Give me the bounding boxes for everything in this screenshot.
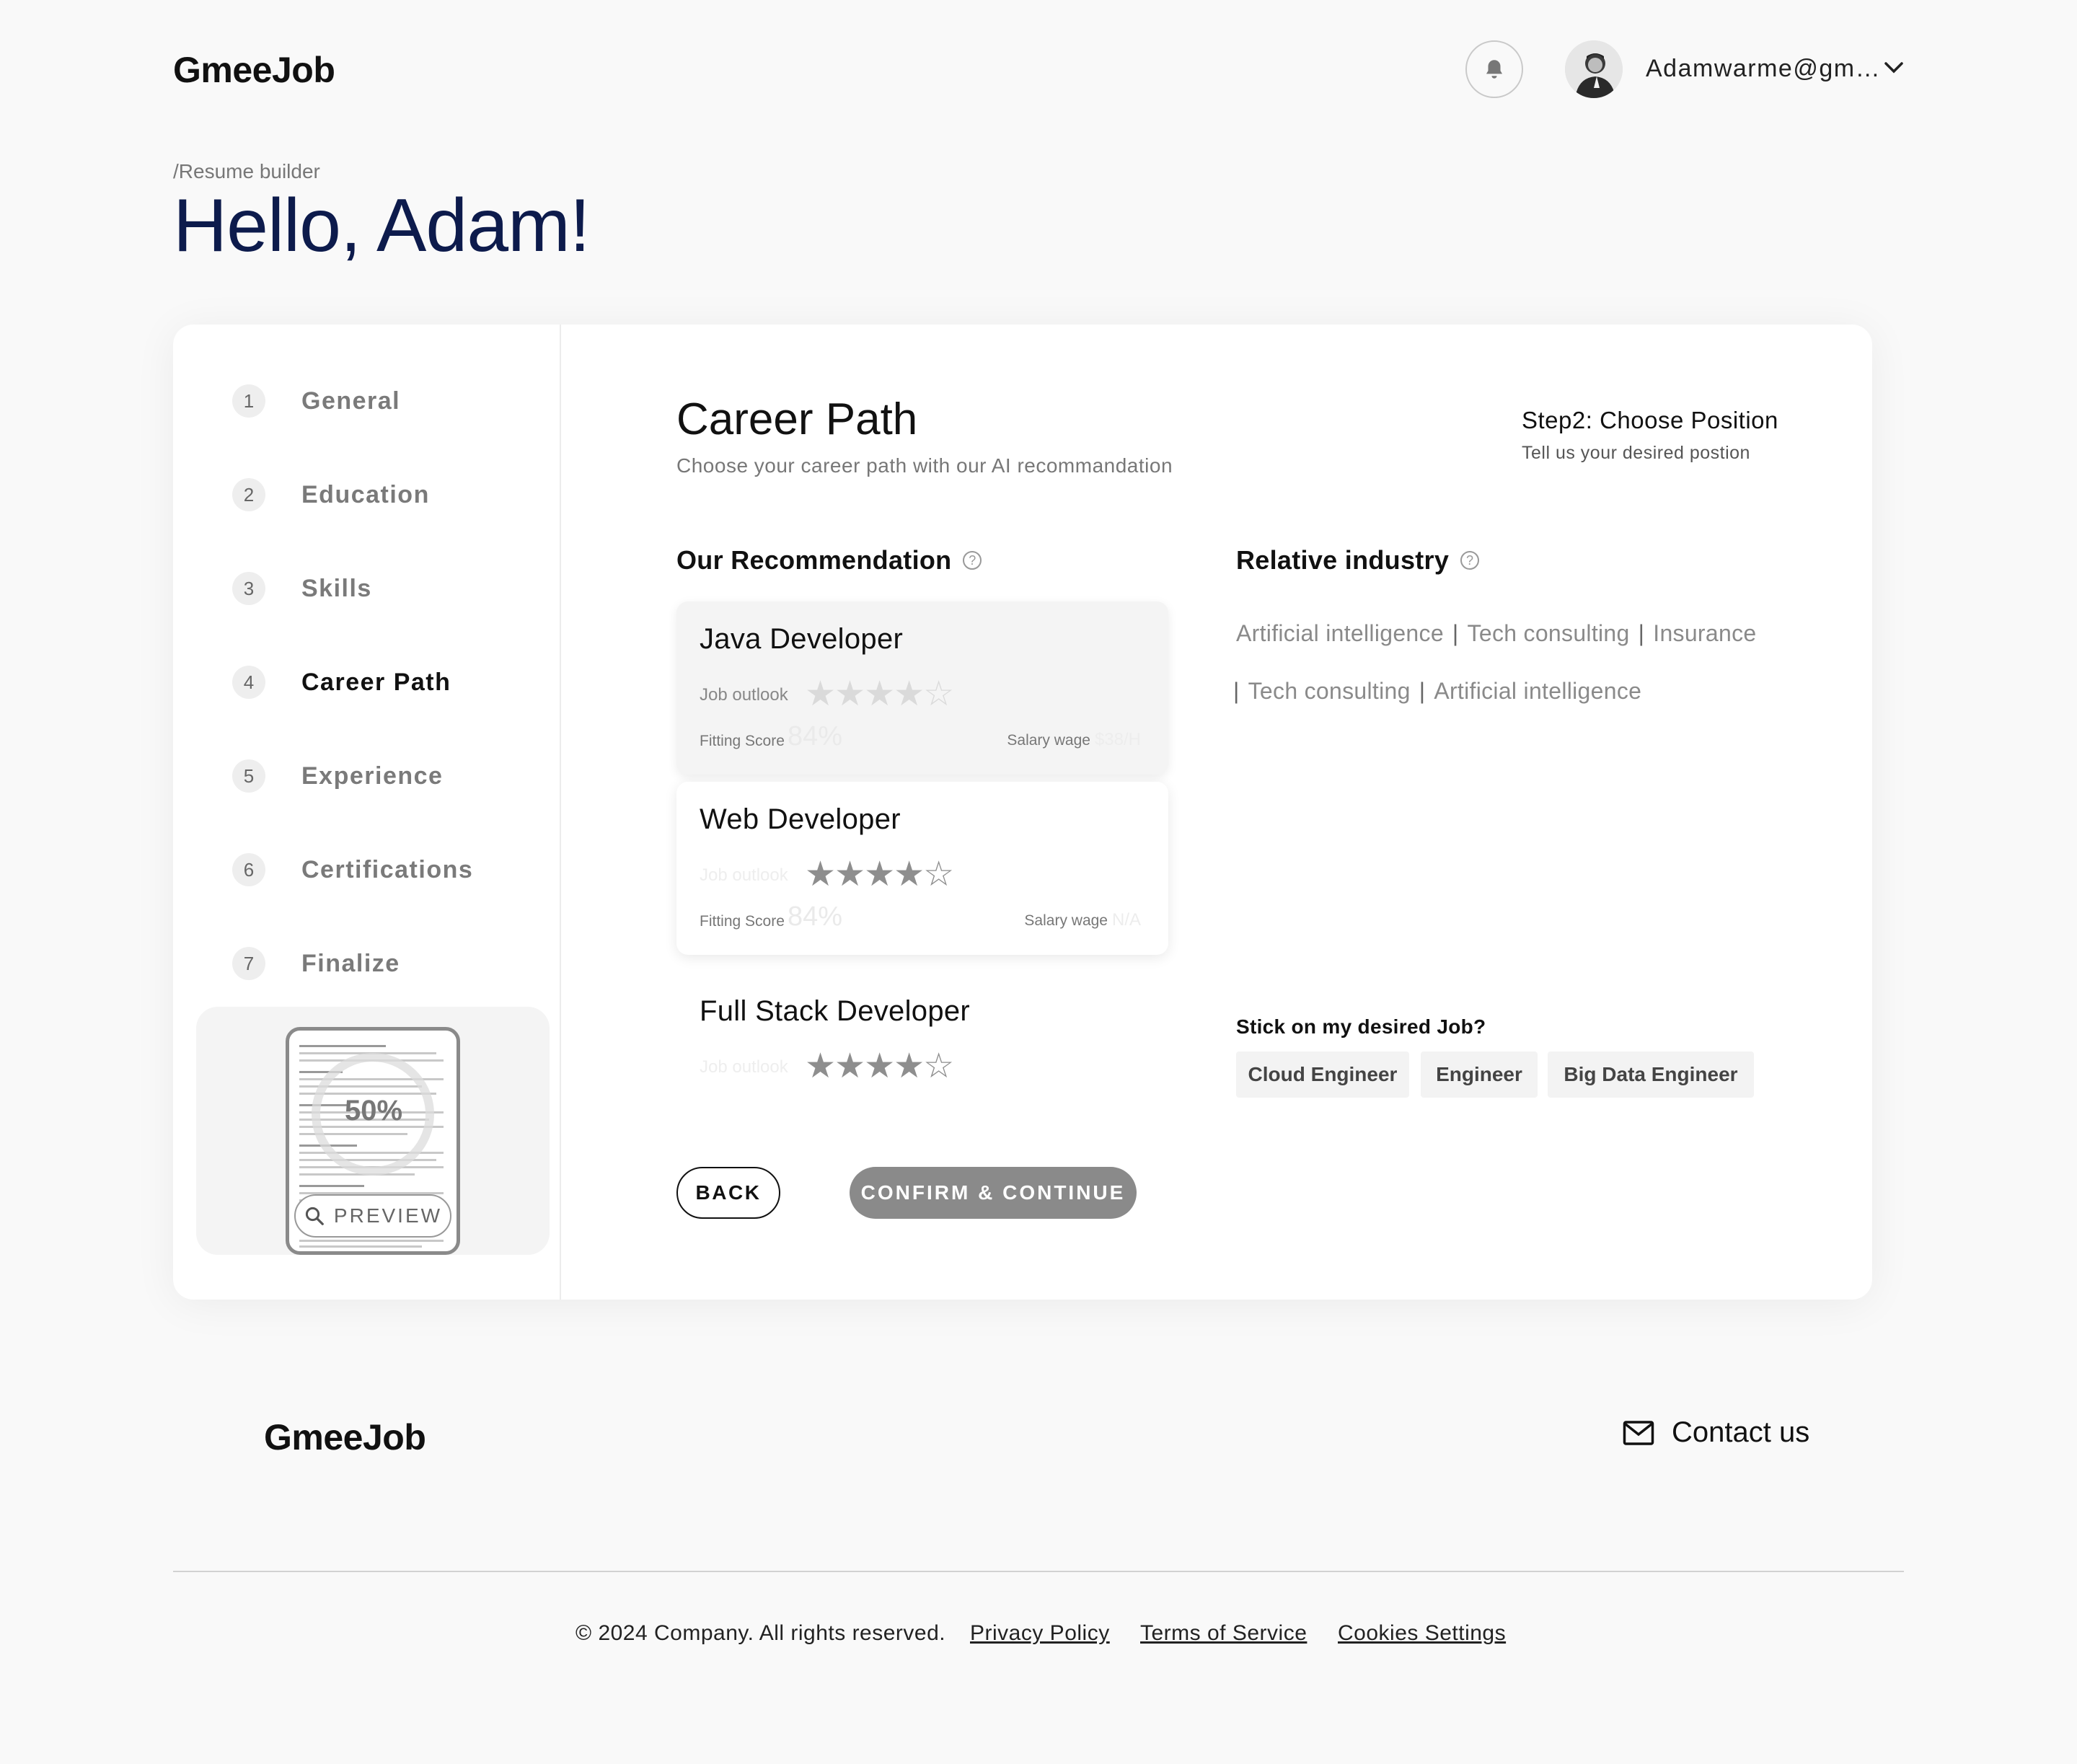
sidebar-step-career-path[interactable]: 4 Career Path — [232, 662, 451, 702]
industry-list-row-2: | Tech consulting | Artificial intelligence — [1233, 678, 1825, 705]
salary-wage-value: $38/H — [1094, 730, 1141, 749]
preview-button[interactable]: PREVIEW — [294, 1194, 451, 1238]
salary-wage: Salary wage $38/H — [1007, 730, 1141, 750]
preview-button-label: PREVIEW — [333, 1204, 443, 1227]
sidebar-step-education[interactable]: 2 Education — [232, 475, 430, 515]
chip-engineer[interactable]: Engineer — [1421, 1051, 1538, 1098]
notifications-button[interactable] — [1465, 40, 1523, 98]
job-title: Full Stack Developer — [700, 995, 971, 1027]
job-card-java-developer[interactable]: Java Developer Job outlook ★★★★☆ Fitting… — [676, 601, 1168, 775]
step-label: Finalize — [301, 949, 400, 977]
mail-icon — [1623, 1420, 1654, 1445]
separator: | — [1233, 678, 1240, 704]
separator: | — [1638, 620, 1645, 646]
avatar[interactable] — [1565, 40, 1623, 98]
job-card-web-developer[interactable]: Web Developer Job outlook ★★★★☆ Fitting … — [676, 782, 1168, 955]
salary-wage-label: Salary wage — [1024, 912, 1108, 929]
sidebar-step-finalize[interactable]: 7 Finalize — [232, 943, 400, 984]
step-label: Certifications — [301, 855, 474, 883]
step-number: 2 — [232, 478, 265, 511]
step-number: 6 — [232, 853, 265, 886]
bell-icon — [1486, 60, 1503, 79]
job-title: Web Developer — [700, 803, 901, 835]
fitting-score-label: Fitting Score — [700, 913, 785, 930]
step-indicator-title: Step2: Choose Position — [1522, 407, 1778, 433]
step-label: Education — [301, 480, 430, 508]
sidebar-step-skills[interactable]: 3 Skills — [232, 568, 372, 609]
chevron-down-icon[interactable] — [1884, 61, 1904, 75]
cookies-settings-link[interactable]: Cookies Settings — [1338, 1621, 1506, 1646]
sidebar-divider — [560, 325, 561, 1300]
privacy-policy-link[interactable]: Privacy Policy — [970, 1621, 1110, 1646]
contact-us-link[interactable]: Contact us — [1623, 1416, 1809, 1449]
industry-tag[interactable]: Tech consulting — [1468, 620, 1630, 646]
step-number: 7 — [232, 947, 265, 980]
step-number: 5 — [232, 759, 265, 793]
question-circle-icon[interactable]: ? — [963, 551, 982, 570]
contact-us-label: Contact us — [1672, 1416, 1810, 1448]
terms-of-service-link[interactable]: Terms of Service — [1140, 1621, 1307, 1646]
app-logo[interactable]: GmeeJob — [173, 49, 335, 91]
job-card-full-stack-developer[interactable]: Full Stack Developer Job outlook ★★★★☆ — [676, 974, 1168, 1147]
breadcrumb[interactable]: /Resume builder — [173, 160, 320, 183]
progress-percent: 50% — [344, 1095, 403, 1126]
salary-wage: Salary wage N/A — [1024, 910, 1141, 930]
separator: | — [1419, 678, 1426, 704]
desired-job-question: Stick on my desired Job? — [1236, 1015, 1486, 1038]
industry-title: Relative industry — [1236, 545, 1450, 575]
star-rating: ★★★★☆ — [805, 855, 954, 894]
step-label: Experience — [301, 762, 444, 790]
step-number: 1 — [232, 384, 265, 418]
recommendation-heading: Our Recommendation ? — [676, 545, 982, 575]
step-number: 3 — [232, 572, 265, 605]
star-rating: ★★★★☆ — [805, 1047, 954, 1085]
sidebar-step-general[interactable]: 1 General — [232, 381, 400, 421]
step-number: 4 — [232, 666, 265, 699]
industry-tag[interactable]: Artificial intelligence — [1434, 678, 1641, 704]
fitting-score-value: 84% — [788, 721, 843, 751]
copyright: © 2024 Company. All rights reserved. — [576, 1621, 946, 1645]
star-rating: ★★★★☆ — [805, 675, 954, 713]
section-subtitle: Choose your career path with our AI reco… — [676, 454, 1173, 477]
back-button[interactable]: BACK — [676, 1167, 780, 1219]
salary-wage-label: Salary wage — [1007, 732, 1090, 749]
salary-wage-value: N/A — [1111, 910, 1141, 930]
footer-divider — [173, 1571, 1904, 1572]
sidebar-step-certifications[interactable]: 6 Certifications — [232, 850, 473, 890]
industry-tag[interactable]: Artificial intelligence — [1236, 620, 1444, 646]
step-label: Skills — [301, 574, 372, 602]
job-outlook-label: Job outlook — [700, 865, 788, 885]
step-label: Career Path — [301, 668, 451, 696]
industry-tag[interactable]: Tech consulting — [1248, 678, 1411, 704]
section-title: Career Path — [676, 394, 918, 444]
recommendation-title: Our Recommendation — [676, 545, 952, 575]
confirm-continue-button[interactable]: CONFIRM & CONTINUE — [850, 1167, 1137, 1219]
fitting-score-label: Fitting Score — [700, 733, 785, 749]
job-outlook-label: Job outlook — [700, 1057, 788, 1077]
fitting-score-value: 84% — [788, 901, 843, 932]
page-title: Hello, Adam! — [173, 184, 591, 268]
chip-big-data-engineer[interactable]: Big Data Engineer — [1548, 1051, 1754, 1098]
question-circle-icon[interactable]: ? — [1460, 551, 1480, 570]
step-indicator-subtitle: Tell us your desired postion — [1522, 443, 1750, 463]
industry-tag[interactable]: Insurance — [1653, 620, 1756, 646]
job-title: Java Developer — [700, 623, 904, 655]
search-icon — [305, 1207, 324, 1225]
step-label: General — [301, 387, 401, 415]
user-portrait-icon — [1565, 40, 1623, 98]
user-email[interactable]: Adamwarme@gm… — [1646, 55, 1881, 83]
industry-list-row-1: Artificial intelligence | Tech consulting |… — [1236, 620, 1827, 647]
footer-logo[interactable]: GmeeJob — [264, 1416, 426, 1458]
job-outlook-label: Job outlook — [700, 685, 788, 705]
separator: | — [1452, 620, 1459, 646]
sidebar-step-experience[interactable]: 5 Experience — [232, 756, 443, 796]
chip-cloud-engineer[interactable]: Cloud Engineer — [1236, 1051, 1409, 1098]
industry-heading: Relative industry ? — [1236, 545, 1480, 575]
